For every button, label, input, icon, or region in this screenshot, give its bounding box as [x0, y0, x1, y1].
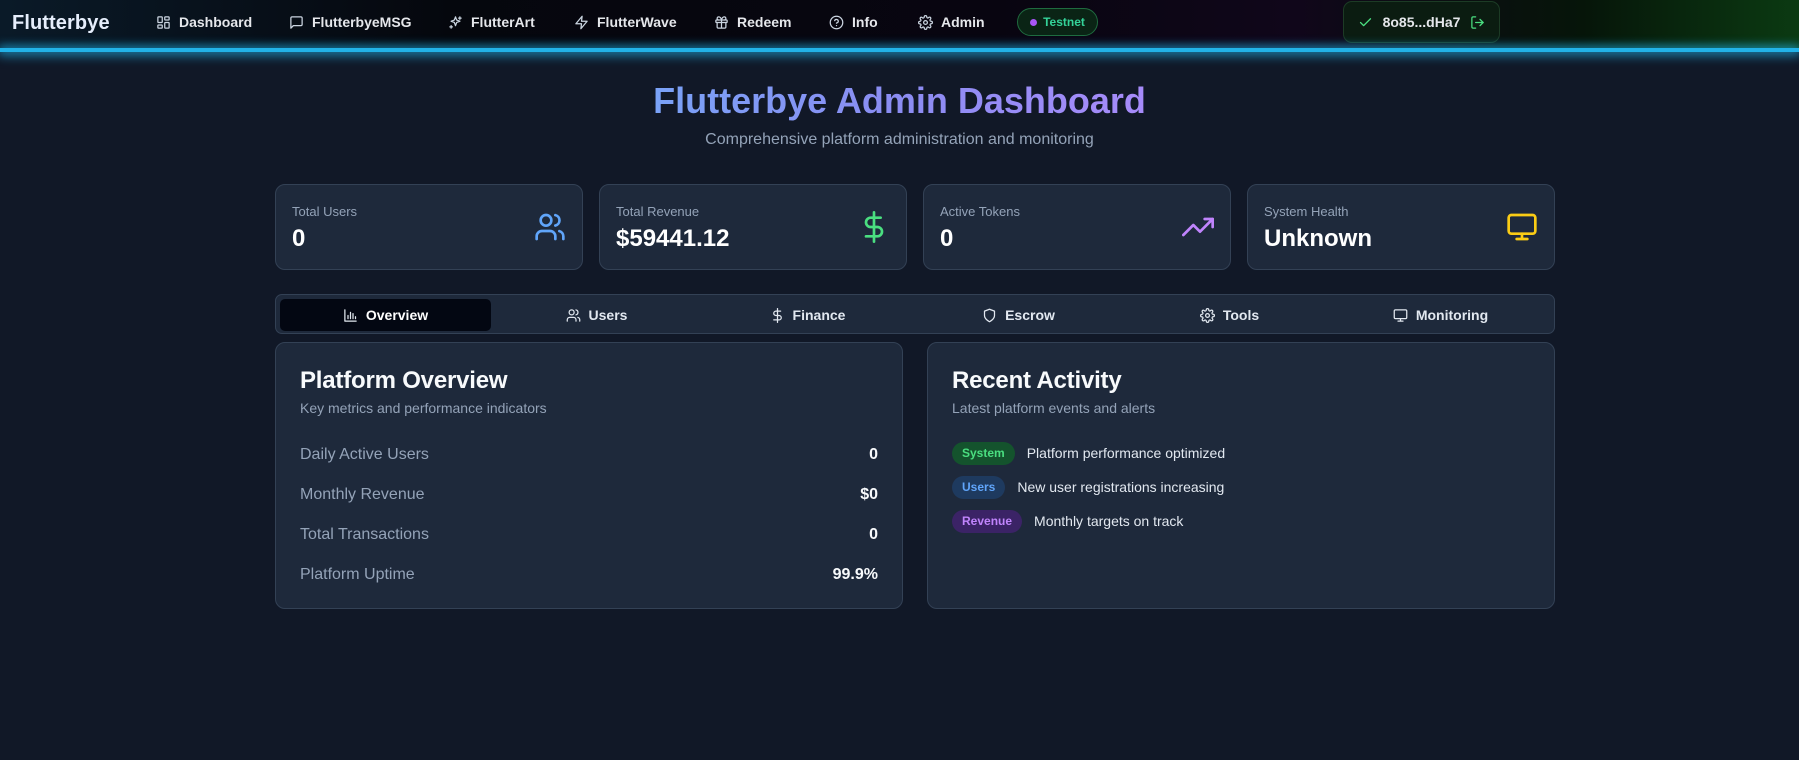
settings-icon: [918, 14, 933, 30]
metric-value: $0: [860, 486, 878, 503]
dollar-icon: [772, 307, 782, 323]
stat-label: System Health: [1264, 204, 1349, 219]
activity-badge: Users: [952, 475, 1006, 499]
zap-icon: [575, 15, 588, 29]
tab-label: Tools: [1222, 307, 1260, 323]
dollar-icon: [864, 211, 884, 243]
monitor-icon: [1393, 308, 1408, 322]
network-badge-label: Testnet: [1043, 15, 1085, 29]
settings-icon: [1199, 307, 1215, 323]
metric-row: Daily Active Users 0: [300, 444, 878, 466]
metric-value: 0: [869, 526, 878, 543]
top-navigation: Flutterbye Dashboard FlutterbyeMSG Flutt…: [0, 0, 1799, 52]
tab-monitoring[interactable]: Monitoring: [1335, 299, 1546, 331]
activity-item: System Platform performance optimized: [952, 441, 1225, 465]
stat-card-active-tokens: Active Tokens 0: [923, 184, 1231, 270]
tab-label: Overview: [365, 307, 429, 323]
network-badge: Testnet: [1017, 8, 1098, 36]
activity-item: Users New user registrations increasing: [952, 475, 1224, 499]
shield-icon: [983, 308, 996, 322]
trending-up-icon: [1182, 217, 1214, 237]
users-icon: [535, 213, 565, 241]
stat-card-system-health: System Health Unknown: [1247, 184, 1555, 270]
sparkles-icon: [449, 15, 462, 29]
metric-label: Daily Active Users: [300, 446, 429, 463]
metric-value: 0: [869, 446, 878, 463]
metric-label: Total Transactions: [300, 526, 429, 543]
stat-value: Unknown: [1264, 225, 1372, 252]
bar-chart-icon: [344, 308, 357, 322]
users-icon: [566, 308, 580, 322]
brand-logo[interactable]: Flutterbye: [12, 12, 110, 35]
metric-row: Total Transactions 0: [300, 524, 878, 546]
tab-finance[interactable]: Finance: [702, 299, 913, 331]
monitor-icon: [1507, 213, 1537, 241]
tab-label: Finance: [792, 307, 846, 323]
wallet-button[interactable]: 8o85...dHa7: [1343, 1, 1500, 43]
activity-item: Revenue Monthly targets on track: [952, 509, 1183, 533]
nav-admin-label: Admin: [941, 14, 985, 30]
page-title: Flutterbye Admin Dashboard: [653, 80, 1146, 121]
card-subtitle: Key metrics and performance indicators: [300, 400, 547, 416]
wallet-address: 8o85...dHa7: [1382, 14, 1461, 30]
metric-label: Platform Uptime: [300, 566, 415, 583]
metric-label: Monthly Revenue: [300, 486, 425, 503]
activity-text: Platform performance optimized: [1026, 445, 1226, 461]
metric-row: Monthly Revenue $0: [300, 484, 878, 506]
status-dot-icon: [1030, 18, 1038, 26]
gift-icon: [715, 15, 728, 29]
card-title: Platform Overview: [300, 367, 508, 394]
nav-redeem-label: Redeem: [737, 14, 792, 30]
nav-dashboard[interactable]: Dashboard: [156, 13, 252, 31]
nav-flutterwave-label: FlutterWave: [597, 14, 677, 30]
nav-info-label: Info: [852, 14, 878, 30]
tab-overview[interactable]: Overview: [280, 299, 491, 331]
nav-flutterart[interactable]: FlutterArt: [448, 13, 535, 31]
message-icon: [290, 15, 303, 29]
stat-card-total-revenue: Total Revenue $59441.12: [599, 184, 907, 270]
check-icon: [1359, 17, 1371, 26]
admin-tabs: Overview Users Finance Escrow Tools Moni…: [275, 294, 1555, 334]
card-subtitle: Latest platform events and alerts: [952, 400, 1156, 416]
activity-text: New user registrations increasing: [1017, 479, 1225, 495]
stat-label: Total Users: [292, 204, 358, 219]
metric-value: 99.9%: [832, 566, 878, 583]
recent-activity-card: Recent Activity Latest platform events a…: [927, 342, 1555, 609]
stat-value: 0: [292, 225, 306, 252]
platform-overview-card: Platform Overview Key metrics and perfor…: [275, 342, 903, 609]
tab-label: Monitoring: [1415, 307, 1489, 323]
activity-text: Monthly targets on track: [1034, 513, 1184, 529]
tab-escrow[interactable]: Escrow: [913, 299, 1124, 331]
grid-icon: [157, 15, 170, 29]
metric-row: Platform Uptime 99.9%: [300, 564, 878, 586]
tab-label: Escrow: [1005, 307, 1055, 323]
nav-dashboard-label: Dashboard: [179, 14, 253, 30]
nav-flutterbyemsg-label: FlutterbyeMSG: [312, 14, 412, 30]
nav-flutterwave[interactable]: FlutterWave: [574, 13, 677, 31]
stat-card-total-users: Total Users 0: [275, 184, 583, 270]
nav-info[interactable]: Info: [829, 13, 878, 31]
stat-label: Total Revenue: [616, 204, 700, 219]
stat-label: Active Tokens: [940, 204, 1020, 219]
help-circle-icon: [829, 15, 844, 29]
nav-redeem[interactable]: Redeem: [714, 13, 791, 31]
activity-badge: Revenue: [952, 509, 1023, 533]
card-title: Recent Activity: [952, 367, 1122, 394]
stat-value: 0: [940, 225, 954, 252]
tab-label: Users: [588, 307, 628, 323]
tab-tools[interactable]: Tools: [1124, 299, 1335, 331]
activity-badge: System: [952, 441, 1015, 465]
nav-flutterbyemsg[interactable]: FlutterbyeMSG: [289, 13, 412, 31]
nav-admin[interactable]: Admin: [918, 13, 985, 31]
nav-flutterart-label: FlutterArt: [471, 14, 535, 30]
page-subtitle: Comprehensive platform administration an…: [705, 131, 1094, 148]
logout-icon[interactable]: [1470, 15, 1485, 30]
tab-users[interactable]: Users: [491, 299, 702, 331]
stat-value: $59441.12: [616, 225, 730, 252]
